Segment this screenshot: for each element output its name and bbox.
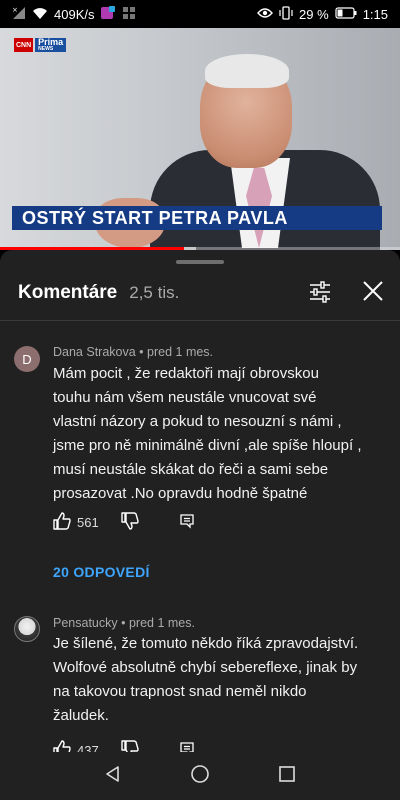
comment-author[interactable]: Dana Strakova [53, 345, 136, 359]
avatar[interactable]: D [14, 346, 40, 372]
comment-meta: Pensatucky • pred 1 mes. [53, 616, 195, 630]
svg-text:×: × [12, 6, 18, 14]
nav-home-button[interactable] [180, 756, 220, 796]
avatar[interactable] [14, 616, 40, 642]
comment-text-line: jsme pro ně minimálně divní ,ale spíše h… [53, 437, 362, 454]
comments-count: 2,5 tis. [129, 283, 180, 302]
video-player[interactable]: CNN Prima NEWS OSTRÝ START PETRA PAVLA [0, 28, 400, 250]
comment-text-line: Wolfové absolutně chybí sebereflexe, jin… [53, 659, 358, 676]
comments-sheet: Komentáre 2,5 tis. D Dana Strakova • pre… [0, 250, 400, 800]
comment-text-line: Mám pocit , že redaktoři mají obrovskou [53, 365, 319, 382]
meta-separator: • [139, 345, 148, 359]
comment-text: Je šílené, že tomuto někdo říká zpravoda… [53, 632, 388, 728]
comment-time: pred 1 mes. [147, 345, 214, 359]
eye-icon [257, 7, 273, 22]
like-button[interactable] [53, 512, 71, 533]
like-count: 561 [77, 515, 99, 530]
reply-comment-icon [179, 513, 195, 532]
channel-logo-news-text: NEWS [38, 46, 54, 52]
comment-item: D Dana Strakova • pred 1 mes. Mám pocit … [0, 340, 400, 600]
video-caption-bar: OSTRÝ START PETRA PAVLA [12, 206, 382, 230]
sheet-drag-handle[interactable] [176, 260, 224, 264]
comment-text-line: prosazovat .No opravdu hodně špatné [53, 485, 308, 502]
square-recents-icon [278, 765, 296, 788]
clock: 1:15 [362, 6, 388, 22]
close-comments-button[interactable] [358, 278, 388, 308]
close-icon [362, 280, 384, 307]
comment-text-line: žaludek. [53, 707, 109, 724]
battery-icon [335, 6, 357, 22]
channel-logo: CNN Prima NEWS [14, 37, 67, 52]
comments-title: Komentáre [18, 282, 118, 303]
sliders-icon [308, 280, 332, 308]
nav-recents-button[interactable] [267, 756, 307, 796]
comments-header: Komentáre 2,5 tis. [0, 272, 400, 314]
sort-filter-button[interactable] [305, 280, 335, 308]
comment-text-line: Je šílené, že tomuto někdo říká zpravoda… [53, 635, 359, 652]
comment-text-line: na takovou trapnost snad neměl nikdo [53, 683, 307, 700]
view-replies-link[interactable]: 20 ODPOVEDÍ [53, 564, 150, 580]
meta-separator: • [121, 616, 129, 630]
comment-author[interactable]: Pensatucky [53, 616, 118, 630]
comment-text-line: musí neustále skákat do řeči a sami sebe [53, 461, 329, 478]
comment-text-line: vlastní názory a pokud to nesouzní s nám… [53, 413, 342, 430]
reply-button[interactable] [179, 513, 195, 532]
channel-logo-cnn: CNN [14, 38, 34, 52]
vibrate-icon [279, 5, 293, 23]
wifi-icon [32, 6, 48, 23]
thumbs-up-icon [53, 512, 71, 533]
system-navigation-bar [0, 752, 400, 800]
nav-back-button[interactable] [93, 756, 133, 796]
network-speed: 409K/s [54, 6, 95, 22]
video-caption-text: OSTRÝ START PETRA PAVLA [22, 207, 288, 228]
comment-item: Pensatucky • pred 1 mes. Je šílené, že t… [0, 612, 400, 762]
comment-time: pred 1 mes. [128, 616, 195, 630]
comment-text: Mám pocit , že redaktoři mají obrovskou … [53, 362, 388, 506]
comment-text-line: touhu nám všem neustále vnucovat své [53, 389, 317, 406]
comment-actions: 561 [53, 512, 195, 533]
channel-logo-prima: Prima NEWS [35, 37, 67, 52]
video-person-hair [205, 54, 289, 88]
grid-app-icon [122, 6, 136, 23]
header-divider [0, 320, 400, 321]
status-bar: × 409K/s 29 % 1:15 [0, 0, 400, 28]
app-notification-icon [100, 5, 116, 23]
channel-logo-prima-text: Prima [38, 37, 64, 47]
signal-off-icon: × [12, 6, 26, 23]
comment-meta: Dana Strakova • pred 1 mes. [53, 345, 213, 359]
triangle-back-icon [104, 765, 122, 788]
dislike-button[interactable] [121, 512, 139, 533]
circle-home-icon [190, 764, 210, 789]
thumbs-down-icon [121, 512, 139, 533]
status-right: 29 % 1:15 [257, 5, 388, 23]
battery-percent: 29 % [299, 6, 329, 22]
status-left: × 409K/s [12, 5, 136, 23]
avatar-letter: D [22, 351, 32, 367]
